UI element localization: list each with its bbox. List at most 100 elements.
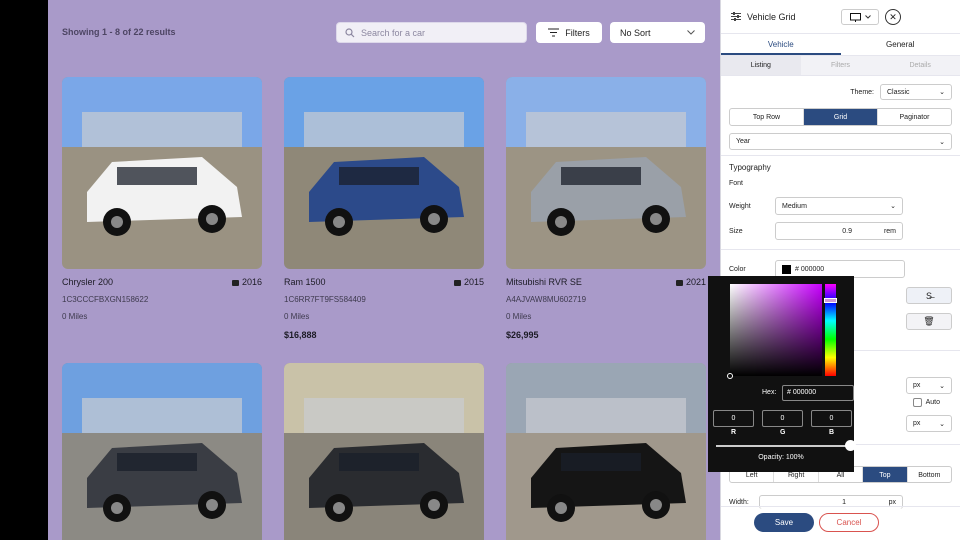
- chevron-down-icon: [864, 15, 871, 19]
- position-top[interactable]: Top: [863, 467, 908, 482]
- vehicle-card[interactable]: Ram 1500 2015 1C6RR7FT9FS584409 0 Miles $…: [284, 77, 484, 340]
- chevron-down-icon: ⌄: [939, 382, 945, 390]
- vehicle-name: Chrysler 200: [62, 277, 114, 287]
- r-input[interactable]: 0: [713, 410, 754, 427]
- vehicle-vin: 1C3CCCFBXGN158622: [62, 295, 149, 304]
- strikethrough-button[interactable]: S̶: [906, 287, 952, 304]
- cancel-button[interactable]: Cancel: [819, 513, 879, 532]
- vehicle-photo[interactable]: [506, 363, 706, 540]
- b-input[interactable]: 0: [811, 410, 852, 427]
- hue-handle[interactable]: [824, 298, 837, 303]
- size-row: Size 0.9 rem: [729, 222, 952, 240]
- auto-checkbox[interactable]: [912, 398, 922, 407]
- vehicle-card[interactable]: [284, 363, 484, 540]
- year-text: 2016: [241, 277, 262, 287]
- footer-divider: [721, 506, 960, 507]
- layout-grid[interactable]: Grid: [804, 109, 878, 125]
- chevron-down-icon: ⌄: [939, 138, 945, 146]
- trash-button[interactable]: 🗑: [906, 313, 952, 330]
- size-unit[interactable]: rem: [884, 228, 896, 235]
- trash-icon: 🗑: [923, 316, 935, 326]
- vehicle-photo[interactable]: [284, 77, 484, 269]
- filter-icon: [548, 28, 560, 37]
- save-button[interactable]: Save: [754, 513, 814, 532]
- panel-title: Vehicle Grid: [747, 11, 796, 22]
- unit-select-b[interactable]: px ⌄: [906, 415, 952, 432]
- vehicle-photo[interactable]: [62, 363, 262, 540]
- typography-row: Typography: [729, 163, 952, 172]
- position-bottom[interactable]: Bottom: [908, 467, 951, 482]
- vehicle-miles: 0 Miles: [284, 312, 310, 321]
- unit-value-a: px: [913, 382, 921, 389]
- g-input[interactable]: 0: [762, 410, 803, 427]
- vehicle-miles: 0 Miles: [62, 312, 88, 321]
- divider: [721, 155, 960, 156]
- card-title-row: Ram 1500 2015: [284, 277, 484, 287]
- tab-general[interactable]: General: [841, 34, 960, 55]
- year-select[interactable]: Year ⌄: [729, 133, 952, 150]
- weight-value: Medium: [782, 202, 807, 210]
- sort-select[interactable]: No Sort: [610, 22, 705, 43]
- vehicle-card[interactable]: Chrysler 200 2016 1C3CCCFBXGN158622 0 Mi…: [62, 77, 262, 321]
- divider: [721, 249, 960, 250]
- color-label: Color: [729, 265, 746, 273]
- subtab-details[interactable]: Details: [880, 56, 960, 75]
- vehicle-card[interactable]: [506, 363, 706, 540]
- layout-paginator[interactable]: Paginator: [878, 109, 951, 125]
- opacity-handle[interactable]: [845, 440, 856, 451]
- layout-segmented: Top Row Grid Paginator: [729, 108, 952, 126]
- subtab-listing[interactable]: Listing: [721, 56, 801, 75]
- unit-value-b: px: [913, 420, 921, 427]
- saturation-area[interactable]: [727, 284, 822, 379]
- app-frame: Showing 1 - 8 of 22 results Search for a…: [48, 0, 960, 540]
- filters-button[interactable]: Filters: [536, 22, 602, 43]
- sort-label: No Sort: [620, 27, 651, 38]
- sliders-icon: [731, 12, 741, 21]
- filters-label: Filters: [565, 27, 590, 38]
- monitor-icon: [849, 12, 861, 22]
- results-count: Showing 1 - 8 of 22 results: [62, 27, 176, 37]
- panel-tabs: Vehicle General: [721, 34, 960, 56]
- hue-slider[interactable]: [824, 284, 837, 376]
- calendar-icon: [675, 279, 683, 286]
- vehicle-miles: 0 Miles: [506, 312, 532, 321]
- vehicle-year: 2016: [231, 277, 262, 287]
- vehicle-price: $26,995: [506, 330, 539, 340]
- layout-top-row[interactable]: Top Row: [730, 109, 804, 125]
- close-button[interactable]: ✕: [885, 9, 901, 25]
- vehicle-name: Ram 1500: [284, 277, 326, 287]
- vehicle-photo[interactable]: [284, 363, 484, 540]
- listing-area: Showing 1 - 8 of 22 results Search for a…: [48, 0, 720, 540]
- vehicle-photo[interactable]: [506, 77, 706, 269]
- device-preview-select[interactable]: [841, 9, 879, 25]
- tab-vehicle[interactable]: Vehicle: [721, 34, 841, 55]
- year-row: Year ⌄: [729, 133, 952, 150]
- saturation-handle[interactable]: [727, 373, 733, 379]
- size-input[interactable]: 0.9 rem: [775, 222, 903, 240]
- size-label: Size: [729, 227, 743, 235]
- weight-label: Weight: [729, 202, 751, 210]
- search-input[interactable]: Search for a car: [336, 22, 527, 43]
- calendar-icon: [231, 279, 239, 286]
- vehicle-name: Mitsubishi RVR SE: [506, 277, 582, 287]
- weight-select[interactable]: Medium ⌄: [775, 197, 903, 215]
- vehicle-card[interactable]: Mitsubishi RVR SE 2021 A4AJVAW8MU602719 …: [506, 77, 706, 340]
- b-label: B: [829, 429, 835, 436]
- layout-row: Top Row Grid Paginator: [729, 108, 952, 126]
- color-swatch[interactable]: [782, 264, 791, 274]
- theme-select[interactable]: Classic ⌄: [880, 84, 952, 100]
- opacity-slider[interactable]: [716, 440, 856, 451]
- vehicle-card[interactable]: [62, 363, 262, 540]
- r-label: R: [731, 429, 737, 436]
- vehicle-photo[interactable]: [62, 77, 262, 269]
- unit-select-a[interactable]: px ⌄: [906, 377, 952, 394]
- color-picker-popover: Hex: # 000000 0 0 0 R G B Opacity: 100%: [708, 276, 856, 472]
- typography-heading: Typography: [729, 163, 771, 172]
- subtab-filters[interactable]: Filters: [801, 56, 881, 75]
- opacity-label: Opacity: 100%: [758, 454, 804, 461]
- width-value: 1: [842, 499, 846, 506]
- hex-input[interactable]: # 000000: [782, 385, 854, 401]
- card-title-row: Mitsubishi RVR SE 2021: [506, 277, 706, 287]
- panel-subtabs: Listing Filters Details: [721, 56, 960, 76]
- theme-value: Classic: [887, 88, 910, 96]
